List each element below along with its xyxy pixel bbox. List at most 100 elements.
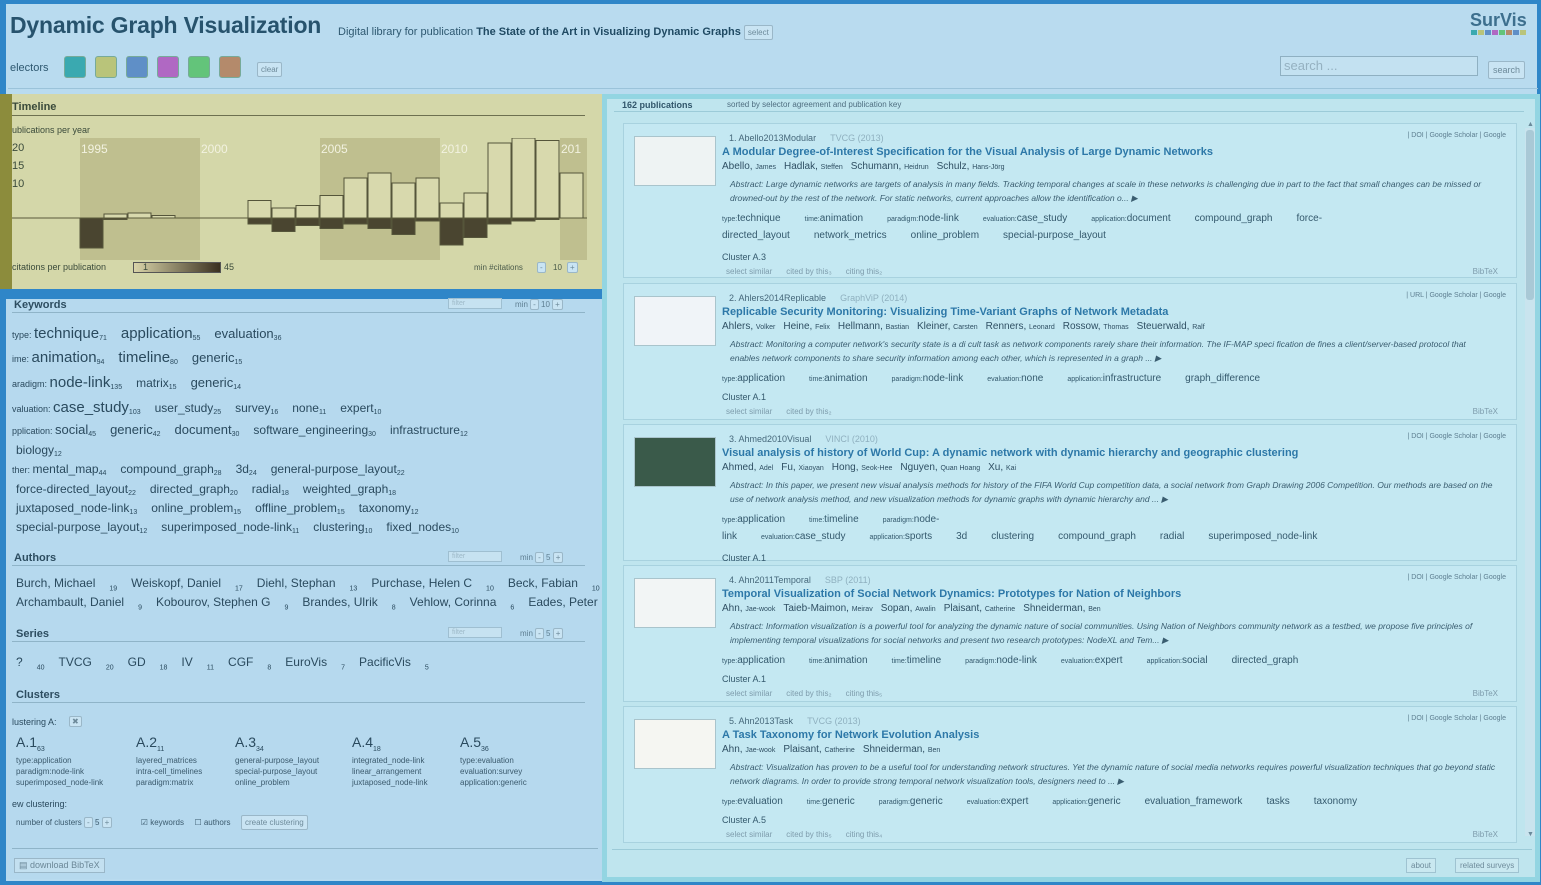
keyword-tag[interactable]: force-directed_layout22 xyxy=(16,482,136,497)
publication-thumbnail[interactable] xyxy=(634,136,716,186)
keywords-min-increase[interactable]: + xyxy=(552,299,563,310)
publication-tag[interactable]: time:animation xyxy=(805,213,876,224)
min-citations-increase[interactable]: + xyxy=(567,262,578,273)
keyword-tag[interactable]: case_study103 xyxy=(53,399,141,416)
publication-thumbnail[interactable] xyxy=(634,437,716,487)
publication-title[interactable]: A Task Taxonomy for Network Evolution An… xyxy=(722,729,979,741)
authors-filter-input[interactable]: filter xyxy=(448,551,502,562)
publication-action[interactable]: cited by this₂ xyxy=(786,689,831,698)
keyword-tag[interactable]: juxtaposed_node-link13 xyxy=(16,501,137,516)
keyword-tag[interactable]: infrastructure12 xyxy=(390,423,468,438)
author-surname[interactable]: Hellmann, xyxy=(838,321,886,332)
publication-tag[interactable]: tasks xyxy=(1266,796,1301,807)
publication-tag[interactable]: application:document xyxy=(1091,213,1182,224)
publication-tag[interactable]: type:application xyxy=(722,655,797,666)
publication-action[interactable]: cited by this₅ xyxy=(786,830,831,839)
scroll-up-icon[interactable]: ▲ xyxy=(1527,121,1534,128)
publication-action[interactable]: citing this₄ xyxy=(846,830,883,839)
author-surname[interactable]: Renners, xyxy=(986,321,1029,332)
author-surname[interactable]: Plaisant, xyxy=(944,603,985,614)
series-tag[interactable]: GD 18 xyxy=(128,655,168,671)
citation-bar[interactable] xyxy=(463,217,488,238)
keyword-tag[interactable]: offline_problem15 xyxy=(255,501,345,516)
series-tag[interactable]: TVCG 20 xyxy=(58,655,113,671)
publication-bar[interactable] xyxy=(103,213,128,219)
author-tag[interactable]: Brandes, Ulrik 8 xyxy=(302,595,395,611)
author-tag[interactable]: Purchase, Helen C 10 xyxy=(371,576,494,592)
keyword-tag[interactable]: directed_graph20 xyxy=(150,482,238,497)
publication-action[interactable]: cited by this₃ xyxy=(786,267,832,276)
keyword-tag[interactable]: generic15 xyxy=(192,350,242,366)
min-citations-decrease[interactable]: - xyxy=(537,262,546,273)
selector-swatch-4[interactable] xyxy=(157,56,179,78)
author-surname[interactable]: Ahmed, xyxy=(722,462,759,473)
publication-tag[interactable]: paradigm:node-link xyxy=(892,373,976,384)
author-surname[interactable]: Taieb-Maimon, xyxy=(783,603,851,614)
publication-tag[interactable]: compound_graph xyxy=(1195,213,1285,224)
search-button[interactable]: search xyxy=(1488,61,1526,79)
publication-tag[interactable]: time:timeline xyxy=(892,655,954,666)
publication-tag[interactable]: directed_graph xyxy=(1232,655,1311,666)
publication-action[interactable]: select similar xyxy=(726,689,772,698)
keyword-tag[interactable]: radial18 xyxy=(252,482,289,497)
publication-bar[interactable] xyxy=(247,200,272,219)
publication-links[interactable]: | DOI | Google Scholar | Google xyxy=(1408,574,1506,581)
publication-action[interactable]: select similar xyxy=(726,830,772,839)
keywords-min-decrease[interactable]: - xyxy=(530,299,539,310)
publication-tag[interactable]: time:animation xyxy=(809,373,880,384)
citation-bar[interactable] xyxy=(391,217,416,235)
publication-tag[interactable]: paradigm:generic xyxy=(879,796,955,807)
publication-bar[interactable] xyxy=(535,140,560,219)
keyword-tag[interactable]: none11 xyxy=(292,401,326,416)
author-surname[interactable]: Rossow, xyxy=(1063,321,1104,332)
author-surname[interactable]: Fu, xyxy=(781,462,798,473)
publication-action[interactable]: select similar xyxy=(726,407,772,416)
cluster-item[interactable]: A.536 type:evaluation evaluation:survey app… xyxy=(460,735,527,788)
author-surname[interactable]: Ahlers, xyxy=(722,321,756,332)
publication-thumbnail[interactable] xyxy=(634,296,716,346)
keyword-tag[interactable]: generic14 xyxy=(191,375,241,391)
publication-bar[interactable] xyxy=(415,177,440,219)
publication-tag[interactable]: superimposed_node-link xyxy=(1208,531,1329,542)
publication-entry[interactable]: 3. Ahmed2010Visual VINCI (2010) | DOI | Go… xyxy=(623,424,1517,577)
bibtex-link[interactable]: BibTeX xyxy=(1473,407,1498,416)
scroll-down-icon[interactable]: ▼ xyxy=(1527,831,1534,838)
publication-title[interactable]: A Modular Degree-of-Interest Specificati… xyxy=(722,146,1213,158)
download-bibtex-button[interactable]: ▤ download BibTeX xyxy=(14,858,105,873)
keyword-tag[interactable]: 3d24 xyxy=(236,462,257,477)
publication-bar[interactable] xyxy=(319,195,344,219)
keyword-tag[interactable]: application55 xyxy=(121,325,201,342)
author-surname[interactable]: Sopan, xyxy=(881,603,915,614)
author-surname[interactable]: Heine, xyxy=(783,321,815,332)
author-tag[interactable]: Beck, Fabian 10 xyxy=(508,576,600,592)
bibtex-link[interactable]: BibTeX xyxy=(1473,267,1498,276)
publication-title[interactable]: Temporal Visualization of Social Network… xyxy=(722,588,1181,600)
publication-tag[interactable]: 3d xyxy=(956,531,979,542)
keyword-tag[interactable]: online_problem15 xyxy=(151,501,241,516)
keyword-tag[interactable]: fixed_nodes10 xyxy=(386,520,459,535)
publication-tag[interactable]: evaluation:case_study xyxy=(983,213,1079,224)
publication-bar[interactable] xyxy=(439,202,464,219)
keyword-tag[interactable]: technique71 xyxy=(34,325,107,342)
series-min-increase[interactable]: + xyxy=(552,628,564,639)
publication-tag[interactable]: evaluation:expert xyxy=(1061,655,1135,666)
series-min-decrease[interactable]: - xyxy=(535,628,544,639)
keyword-tag[interactable]: document30 xyxy=(175,422,240,438)
author-surname[interactable]: Kleiner, xyxy=(917,321,953,332)
citation-bar[interactable] xyxy=(439,217,464,246)
publication-action[interactable]: citing this₂ xyxy=(846,267,882,276)
publication-tag[interactable]: application:social xyxy=(1147,655,1220,666)
publication-bar[interactable] xyxy=(511,138,536,219)
publication-links[interactable]: | URL | Google Scholar | Google xyxy=(1406,292,1506,299)
selector-swatch-5[interactable] xyxy=(188,56,210,78)
author-surname[interactable]: Ahn, xyxy=(722,603,745,614)
selector-swatch-6[interactable] xyxy=(219,56,241,78)
publication-tag[interactable]: evaluation:case_study xyxy=(761,531,857,542)
series-tag[interactable]: EuroVis 7 xyxy=(285,655,345,671)
publication-bar[interactable] xyxy=(487,142,512,219)
keyword-tag[interactable]: evaluation36 xyxy=(214,326,281,342)
publication-tag[interactable]: clustering xyxy=(991,531,1046,542)
publication-bar[interactable] xyxy=(127,212,152,219)
keyword-tag[interactable]: software_engineering30 xyxy=(253,423,376,438)
num-clusters-decrease[interactable]: - xyxy=(84,817,93,828)
